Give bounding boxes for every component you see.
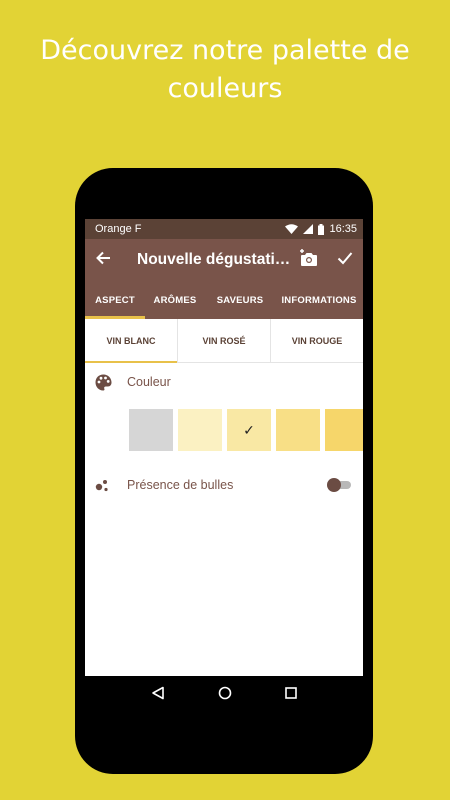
add-photo-icon[interactable] (299, 248, 319, 272)
app-screen: Orange F 16:35 Nouvelle dégustati… ASPEC… (85, 219, 363, 676)
bulles-label: Présence de bulles (127, 478, 234, 492)
battery-icon (318, 223, 325, 235)
color-swatch[interactable] (129, 409, 173, 451)
home-nav-icon[interactable] (218, 686, 232, 705)
signal-icon (303, 224, 314, 234)
subtab-vin-rose[interactable]: VIN ROSÉ (178, 319, 271, 362)
recents-nav-icon[interactable] (284, 686, 297, 704)
couleur-row: Couleur (85, 365, 363, 399)
color-swatch[interactable] (178, 409, 222, 451)
system-nav-bar (85, 676, 363, 714)
page-title: Nouvelle dégustati… (137, 251, 291, 268)
carrier-label: Orange F (95, 223, 142, 235)
arrow-left-icon[interactable] (95, 249, 137, 272)
back-nav-icon[interactable] (151, 686, 165, 705)
subtab-vin-rouge[interactable]: VIN ROUGE (271, 319, 363, 362)
headline-line-1: Découvrez notre palette de (40, 35, 410, 66)
subtab-vin-blanc[interactable]: VIN BLANC (85, 319, 178, 363)
couleur-label: Couleur (127, 375, 171, 389)
wine-type-tabs: VIN BLANC VIN ROSÉ VIN ROUGE (85, 319, 363, 363)
color-swatch-selected[interactable]: ✓ (227, 409, 271, 451)
tab-informations[interactable]: INFORMATIONS (275, 281, 363, 319)
check-icon: ✓ (243, 421, 255, 438)
wifi-icon (285, 224, 299, 234)
headline-line-2: couleurs (167, 73, 283, 104)
color-swatch[interactable] (276, 409, 320, 451)
color-swatch[interactable] (325, 409, 363, 451)
bubbles-icon (95, 478, 127, 492)
status-time: 16:35 (329, 223, 357, 235)
tab-bar: ASPECT ARÔMES SAVEURS INFORMATIONS (85, 281, 363, 319)
palette-icon (95, 374, 127, 391)
tab-saveurs[interactable]: SAVEURS (205, 281, 275, 319)
tab-aspect[interactable]: ASPECT (85, 281, 145, 319)
bulles-toggle[interactable] (327, 478, 353, 492)
status-bar: Orange F 16:35 (85, 219, 363, 239)
color-swatches: ✓ (85, 409, 363, 451)
tab-aromes[interactable]: ARÔMES (145, 281, 205, 319)
app-bar: Nouvelle dégustati… (85, 239, 363, 281)
check-icon[interactable] (337, 251, 353, 270)
headline: Découvrez notre palette de couleurs (0, 32, 450, 108)
bulles-row: Présence de bulles (85, 467, 363, 503)
